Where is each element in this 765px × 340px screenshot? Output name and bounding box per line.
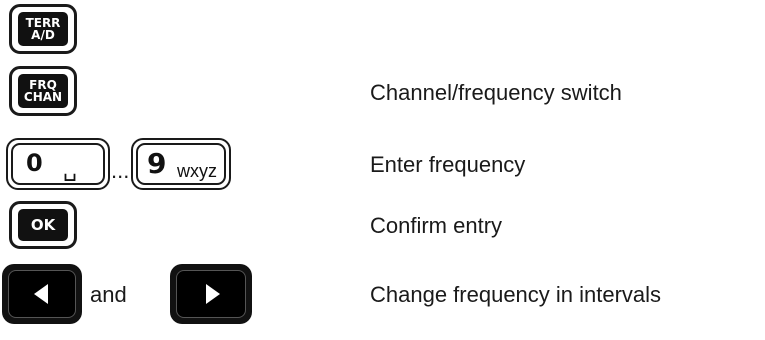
space-icon: ␣ <box>63 156 77 181</box>
number-key-0[interactable]: 0 ␣ <box>6 138 110 190</box>
left-arrow-icon <box>34 284 48 304</box>
and-label: and <box>90 282 127 307</box>
channel-switch-description: Channel/frequency switch <box>370 80 622 105</box>
number-key-9[interactable]: 9 wxyz <box>131 138 231 190</box>
number-key-0-digit: 0 <box>26 149 43 177</box>
terr-ad-key-line2: A/D <box>31 28 55 42</box>
number-key-9-digit: 9 <box>147 147 167 180</box>
enter-frequency-description: Enter frequency <box>370 152 526 177</box>
confirm-entry-description: Confirm entry <box>370 213 503 238</box>
ok-key-label: OK <box>30 215 56 234</box>
number-key-9-letters: wxyz <box>177 161 217 181</box>
range-separator: ... <box>111 158 130 183</box>
frq-chan-key-line2: CHAN <box>23 90 63 104</box>
change-frequency-description: Change frequency in intervals <box>370 282 662 307</box>
frq-chan-key[interactable]: FRQ CHAN <box>9 66 77 116</box>
ok-key[interactable]: OK <box>9 201 77 249</box>
right-arrow-key[interactable] <box>170 264 252 324</box>
terr-ad-key[interactable]: TERR A/D <box>9 4 77 54</box>
right-arrow-icon <box>206 284 220 304</box>
left-arrow-key[interactable] <box>2 264 82 324</box>
